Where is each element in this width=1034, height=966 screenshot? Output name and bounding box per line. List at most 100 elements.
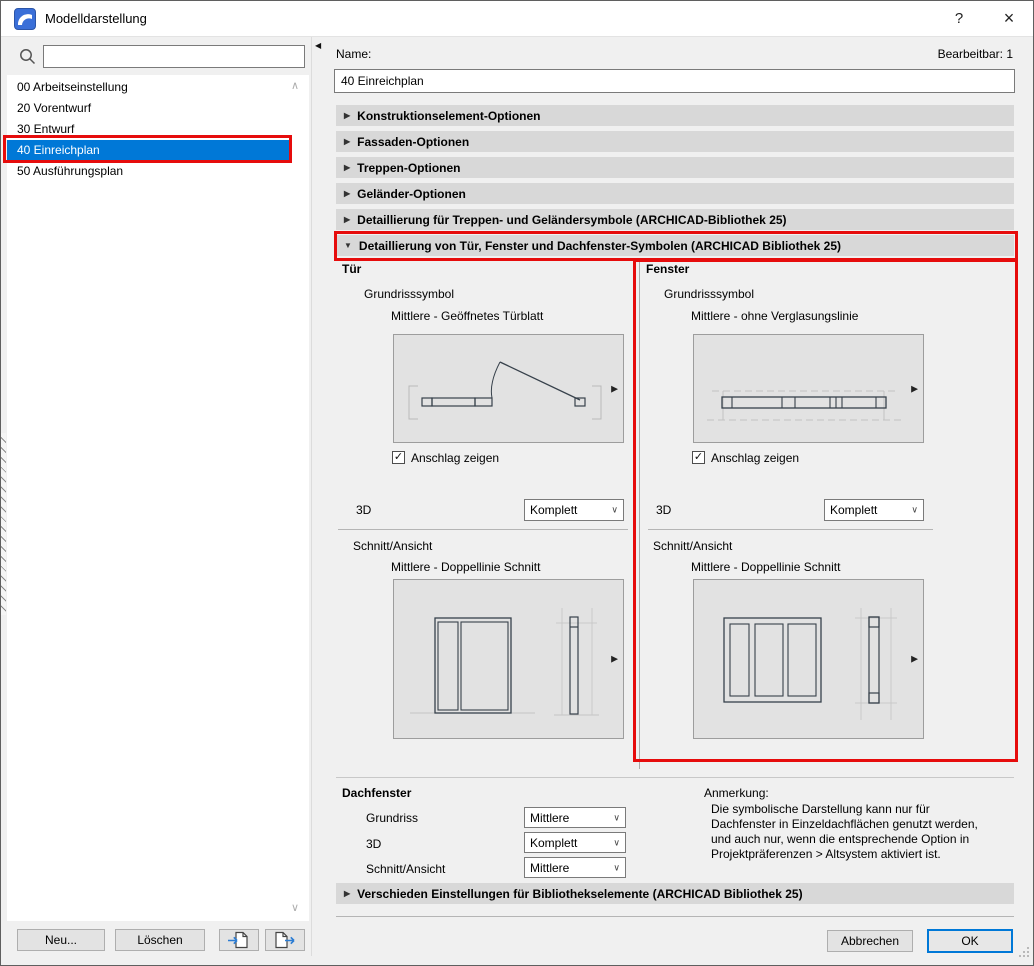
flipbook-arrow-icon[interactable]: ▶ — [911, 654, 918, 665]
window-3d-combo[interactable]: Komplett ∨ — [824, 499, 924, 521]
panel-divider — [311, 37, 312, 956]
roof-section-label: Schnitt/Ansicht — [366, 862, 445, 876]
section-bar-label: Konstruktionselement-Optionen — [357, 109, 540, 123]
list-item[interactable]: 00 Arbeitseinstellung — [7, 77, 290, 98]
name-input[interactable] — [334, 69, 1015, 93]
door-separator — [338, 529, 628, 530]
chevron-right-icon: ▶ — [344, 163, 350, 172]
window-3d-label: 3D — [656, 503, 671, 517]
checkmark-icon: ✓ — [694, 451, 703, 464]
window-section-label: Schnitt/Ansicht — [653, 539, 732, 553]
search-icon — [18, 47, 37, 66]
checkmark-icon: ✓ — [394, 451, 403, 464]
note-line: Die symbolische Darstellung kann nur für — [711, 802, 991, 817]
window-plan-drawing — [694, 335, 923, 442]
flipbook-arrow-icon[interactable]: ▶ — [911, 383, 918, 394]
list-item[interactable]: 50 Ausführungsplan — [7, 161, 290, 182]
section-bar-konstruktionselement[interactable]: ▶ Konstruktionselement-Optionen — [336, 105, 1014, 126]
combo-value: Komplett — [830, 503, 877, 517]
close-button[interactable]: × — [989, 1, 1029, 35]
section-bar-label: Geländer-Optionen — [357, 187, 466, 201]
list-item-selected[interactable]: 40 Einreichplan — [7, 140, 290, 161]
new-button[interactable]: Neu... — [17, 929, 105, 951]
help-button[interactable]: ? — [939, 1, 979, 35]
section-bar-label: Verschieden Einstellungen für Bibliothek… — [357, 887, 802, 901]
chevron-right-icon: ▶ — [344, 111, 350, 120]
section-bar-detail-treppen-gelaender[interactable]: ▶ Detaillierung für Treppen- und Gelände… — [336, 209, 1014, 230]
delete-button[interactable]: Löschen — [115, 929, 205, 951]
search-input[interactable] — [43, 45, 305, 68]
archicad-app-icon — [14, 8, 36, 30]
section-bar-label: Treppen-Optionen — [357, 161, 460, 175]
chevron-down-icon: ∨ — [613, 812, 620, 823]
title-bar: Modelldarstellung ? × — [1, 1, 1033, 37]
column-divider — [639, 261, 640, 769]
ok-button[interactable]: OK — [927, 929, 1013, 953]
window-plan-preview: ▶ — [693, 334, 924, 443]
scroll-down-icon[interactable]: ∨ — [291, 903, 299, 913]
section-bar-verschieden-einstellungen[interactable]: ▶ Verschieden Einstellungen für Biblioth… — [336, 883, 1014, 904]
roof-3d-combo[interactable]: Komplett ∨ — [524, 832, 626, 853]
section-bar-treppen[interactable]: ▶ Treppen-Optionen — [336, 157, 1014, 178]
view-set-list: 00 Arbeitseinstellung 20 Vorentwurf 30 E… — [7, 75, 309, 921]
note-text: Die symbolische Darstellung kann nur für… — [711, 802, 991, 862]
roof-section-combo[interactable]: Mittlere ∨ — [524, 857, 626, 878]
chevron-right-icon: ▶ — [344, 137, 350, 146]
section-bar-label: Detaillierung von Tür, Fenster und Dachf… — [359, 239, 841, 253]
window-plan-label: Grundrisssymbol — [664, 287, 754, 301]
list-item[interactable]: 20 Vorentwurf — [7, 98, 290, 119]
door-anschlag-checkbox[interactable]: ✓ — [392, 451, 405, 464]
content-separator — [336, 777, 1014, 778]
section-bar-gelaender[interactable]: ▶ Geländer-Optionen — [336, 183, 1014, 204]
window-group-title: Fenster — [646, 262, 689, 276]
section-bar-detail-tuer-fenster[interactable]: ▼ Detaillierung von Tür, Fenster und Dac… — [336, 235, 1014, 256]
chevron-down-icon: ▼ — [344, 241, 352, 250]
door-group-title: Tür — [342, 262, 361, 276]
window-anschlag-checkbox[interactable]: ✓ — [692, 451, 705, 464]
door-plan-drawing — [394, 335, 623, 442]
combo-value: Mittlere — [530, 811, 569, 825]
note-line: und auch nur, wenn die entsprechende Opt… — [711, 832, 991, 847]
scroll-up-icon[interactable]: ∧ — [291, 81, 299, 91]
chevron-down-icon: ∨ — [613, 837, 620, 848]
roof-3d-label: 3D — [366, 837, 381, 851]
resize-grip[interactable] — [1017, 945, 1030, 958]
door-section-style: Mittlere - Doppellinie Schnitt — [391, 560, 540, 574]
list-item[interactable]: 30 Entwurf — [7, 119, 290, 140]
door-3d-combo[interactable]: Komplett ∨ — [524, 499, 624, 521]
roof-plan-label: Grundriss — [366, 811, 418, 825]
panel-collapse-icon[interactable]: ◀ — [315, 41, 321, 50]
door-plan-preview: ▶ — [393, 334, 624, 443]
chevron-right-icon: ▶ — [344, 215, 350, 224]
name-label: Name: — [336, 47, 371, 61]
window-anschlag-label: Anschlag zeigen — [711, 451, 799, 465]
chevron-down-icon: ∨ — [911, 505, 918, 516]
door-anschlag-label: Anschlag zeigen — [411, 451, 499, 465]
import-settings-button[interactable] — [219, 929, 259, 951]
roof-window-title: Dachfenster — [342, 786, 411, 800]
left-edge-hatch — [1, 433, 6, 615]
door-plan-style: Mittlere - Geöffnetes Türblatt — [391, 309, 543, 323]
chevron-down-icon: ∨ — [611, 505, 618, 516]
window-section-drawing — [694, 580, 923, 738]
footer-separator — [336, 916, 1014, 917]
dialog-title: Modelldarstellung — [45, 11, 147, 26]
note-title: Anmerkung: — [704, 786, 769, 800]
combo-value: Mittlere — [530, 861, 569, 875]
combo-value: Komplett — [530, 836, 577, 850]
section-bar-fassaden[interactable]: ▶ Fassaden-Optionen — [336, 131, 1014, 152]
combo-value: Komplett — [530, 503, 577, 517]
window-plan-style: Mittlere - ohne Verglasungslinie — [691, 309, 858, 323]
chevron-right-icon: ▶ — [344, 889, 350, 898]
door-section-drawing — [394, 580, 623, 738]
export-settings-button[interactable] — [265, 929, 305, 951]
editable-count: Bearbeitbar: 1 — [938, 47, 1013, 61]
chevron-down-icon: ∨ — [613, 862, 620, 873]
door-section-label: Schnitt/Ansicht — [353, 539, 432, 553]
flipbook-arrow-icon[interactable]: ▶ — [611, 383, 618, 394]
cancel-button[interactable]: Abbrechen — [827, 930, 913, 952]
note-line: Dachfenster in Einzeldachflächen genutzt… — [711, 817, 991, 832]
roof-plan-combo[interactable]: Mittlere ∨ — [524, 807, 626, 828]
flipbook-arrow-icon[interactable]: ▶ — [611, 654, 618, 665]
section-bar-label: Fassaden-Optionen — [357, 135, 469, 149]
